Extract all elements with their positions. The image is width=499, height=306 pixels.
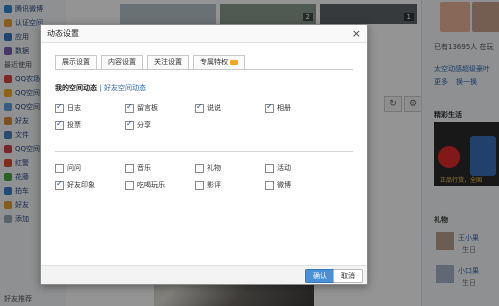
checkbox-label: 分享 — [137, 121, 151, 129]
checkbox-box[interactable] — [55, 179, 64, 190]
checkbox-box[interactable] — [55, 163, 64, 173]
checkbox-label: 留言板 — [137, 104, 158, 112]
feed-type-checkbox[interactable]: 日志 — [55, 102, 81, 113]
checkbox-label: 问问 — [67, 164, 81, 172]
friend-feed-link[interactable]: | 好友空间动态 — [99, 84, 146, 92]
dialog-tabs: 展示设置 内容设置 关注设置 专属特权 — [55, 55, 245, 70]
checkbox-label: 好友印象 — [67, 181, 95, 189]
checkbox-box[interactable] — [195, 180, 204, 190]
feed-type-checkbox[interactable]: 分享 — [125, 119, 151, 130]
checkbox-box[interactable] — [265, 180, 274, 190]
feed-type-checkbox[interactable]: 投票 — [55, 119, 81, 130]
feed-type-checkbox[interactable]: 好友印象 — [55, 179, 95, 190]
cancel-button[interactable]: 取消 — [333, 269, 363, 283]
checkbox-label: 日志 — [67, 104, 81, 112]
close-icon[interactable]: × — [352, 27, 361, 40]
checkbox-box[interactable] — [125, 119, 134, 130]
checkbox-box[interactable] — [55, 119, 64, 130]
checkbox-box[interactable] — [125, 180, 134, 190]
checkbox-box[interactable] — [55, 102, 64, 113]
tab-display-settings[interactable]: 展示设置 — [55, 55, 97, 70]
feed-type-checkbox[interactable]: 相册 — [265, 102, 291, 113]
checkbox-label: 吃喝玩乐 — [137, 181, 165, 189]
checkbox-label: 影评 — [207, 181, 221, 189]
feed-type-checkbox[interactable]: 留言板 — [125, 102, 158, 113]
checkbox-box[interactable] — [265, 163, 274, 173]
feed-type-checkbox[interactable]: 礼物 — [195, 163, 221, 173]
confirm-button[interactable]: 确认 — [305, 269, 335, 283]
feed-type-checkbox[interactable]: 微博 — [265, 180, 291, 190]
tab-divider — [55, 69, 353, 70]
checkbox-box[interactable] — [195, 163, 204, 173]
section-header: 我的空间动态 | 好友空间动态 — [55, 83, 146, 93]
my-feed-title: 我的空间动态 — [55, 84, 97, 92]
tab-content-settings[interactable]: 内容设置 — [101, 55, 143, 70]
checkbox-label: 微博 — [277, 181, 291, 189]
tab-follow-settings[interactable]: 关注设置 — [147, 55, 189, 70]
checkbox-label: 活动 — [277, 164, 291, 172]
feed-type-checkbox[interactable]: 吃喝玩乐 — [125, 180, 165, 190]
checkbox-box[interactable] — [265, 102, 274, 113]
feed-settings-dialog: 动态设置 × 展示设置 内容设置 关注设置 专属特权 我的空间动态 | 好友空间… — [40, 24, 368, 285]
feed-type-checkbox[interactable]: 说说 — [195, 102, 221, 113]
dialog-title: 动态设置 — [41, 25, 367, 43]
tab-label: 内容设置 — [108, 58, 136, 66]
section-divider — [55, 151, 353, 152]
feed-type-checkbox[interactable]: 活动 — [265, 163, 291, 173]
diamond-icon — [230, 59, 238, 65]
checkbox-box[interactable] — [195, 102, 204, 113]
checkbox-box[interactable] — [125, 163, 134, 173]
feed-type-checkbox[interactable]: 影评 — [195, 180, 221, 190]
checkbox-label: 礼物 — [207, 164, 221, 172]
tab-label: 专属特权 — [200, 58, 228, 66]
tab-label: 关注设置 — [154, 58, 182, 66]
checkbox-label: 投票 — [67, 121, 81, 129]
tab-privileges[interactable]: 专属特权 — [193, 55, 245, 70]
checkbox-label: 说说 — [207, 104, 221, 112]
checkbox-label: 音乐 — [137, 164, 151, 172]
feed-type-checkbox[interactable]: 音乐 — [125, 163, 151, 173]
feed-type-checkbox[interactable]: 问问 — [55, 163, 81, 173]
dialog-footer: 确认 取消 — [41, 265, 367, 284]
checkbox-label: 相册 — [277, 104, 291, 112]
checkbox-box[interactable] — [125, 102, 134, 113]
tab-label: 展示设置 — [62, 58, 90, 66]
